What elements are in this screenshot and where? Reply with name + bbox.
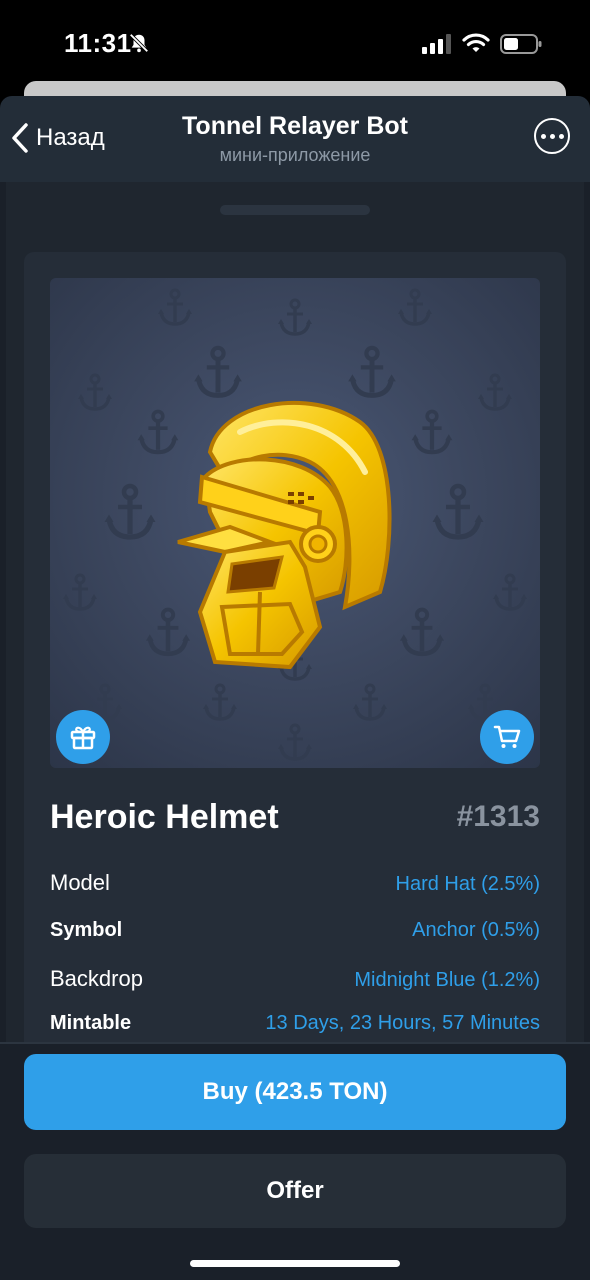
bell-slash-icon <box>129 33 149 53</box>
gift-name: Heroic Helmet <box>50 798 279 836</box>
bot-subtitle: мини-приложение <box>219 145 371 165</box>
bot-title: Tonnel Relayer Bot <box>182 112 408 140</box>
battery-icon <box>500 34 542 54</box>
attribute-value[interactable]: Anchor (0.5%) <box>412 919 540 942</box>
more-button[interactable] <box>534 118 570 154</box>
add-to-cart-button[interactable] <box>480 710 534 764</box>
attribute-label: Model <box>50 870 110 895</box>
attribute-label: Mintable <box>50 1012 132 1034</box>
attribute-value: 13 Days, 23 Hours, 57 Minutes <box>265 1012 540 1034</box>
helmet-icon <box>177 401 392 670</box>
cellular-signal-icon <box>422 34 451 54</box>
ellipsis-circle-icon <box>540 133 546 139</box>
send-gift-button[interactable] <box>56 710 110 764</box>
cart-icon <box>493 725 521 748</box>
attribute-label: Symbol <box>50 919 123 941</box>
wifi-icon <box>462 33 490 52</box>
attribute-label: Backdrop <box>50 966 143 991</box>
attribute-row-model: Model Hard Hat (2.5%) <box>50 870 540 896</box>
status-time: 11:31 <box>64 28 132 58</box>
attribute-row-mintable: Mintable 13 Days, 23 Hours, 57 Minutes <box>50 1012 540 1035</box>
attribute-row-symbol: Symbol Anchor (0.5%) <box>50 919 540 942</box>
buy-button[interactable]: Buy (423.5 TON) <box>24 1054 566 1130</box>
attribute-row-backdrop: Backdrop Midnight Blue (1.2%) <box>50 966 540 992</box>
app-header: Назад Tonnel Relayer Bot мини-приложение <box>0 96 590 182</box>
header-title-block: Tonnel Relayer Bot мини-приложение <box>0 112 590 166</box>
attribute-value[interactable]: Midnight Blue (1.2%) <box>354 969 540 992</box>
home-indicator[interactable] <box>190 1260 400 1267</box>
offer-button[interactable]: Offer <box>24 1154 566 1228</box>
gift-number: #1313 <box>456 800 540 833</box>
drag-handle[interactable] <box>220 205 370 215</box>
gift-icon <box>70 726 96 750</box>
attribute-value[interactable]: Hard Hat (2.5%) <box>396 873 541 896</box>
status-bar: 11:31 <box>0 0 590 80</box>
